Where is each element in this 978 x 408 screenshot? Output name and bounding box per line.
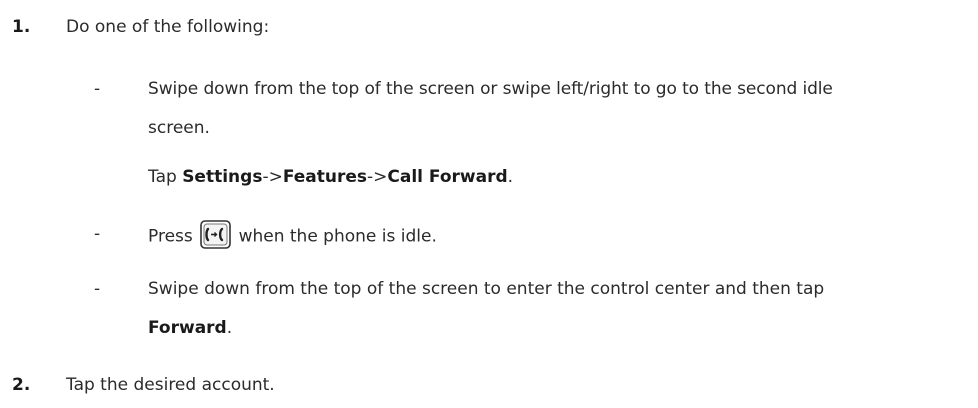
option-1-line-1: Swipe down from the top of the screen or… xyxy=(148,79,833,99)
menu-path-separator: -> xyxy=(367,167,388,187)
menu-path-line: Tap Settings->Features->Call Forward. xyxy=(148,167,513,187)
call-forward-key-icon xyxy=(200,220,231,249)
menu-path-separator: -> xyxy=(262,167,283,187)
option-3-forward: Forward xyxy=(148,318,227,338)
bullet-dash-3: - xyxy=(94,279,101,299)
bullet-dash-2: - xyxy=(94,224,101,244)
menu-path-suffix: . xyxy=(507,167,514,187)
menu-path-call-forward: Call Forward xyxy=(387,167,508,187)
step-text-1: Do one of the following: xyxy=(66,17,270,37)
option-3-line-2: Forward. xyxy=(148,318,232,338)
option-2-prefix: Press xyxy=(148,226,199,247)
step-number-2: 2. xyxy=(12,375,31,395)
menu-path-prefix: Tap xyxy=(148,167,183,187)
option-2-suffix: when the phone is idle. xyxy=(238,226,437,247)
option-3-suffix: . xyxy=(226,318,233,338)
option-1-line-2: screen. xyxy=(148,118,210,138)
option-3-line-1: Swipe down from the top of the screen to… xyxy=(148,279,825,299)
menu-path-settings: Settings xyxy=(182,167,263,187)
bullet-dash-1: - xyxy=(94,79,101,99)
step-text-2: Tap the desired account. xyxy=(66,375,275,395)
option-2-line: Press when the phone is idle. xyxy=(148,220,437,249)
step-number-1: 1. xyxy=(12,17,31,37)
menu-path-features: Features xyxy=(282,167,368,187)
